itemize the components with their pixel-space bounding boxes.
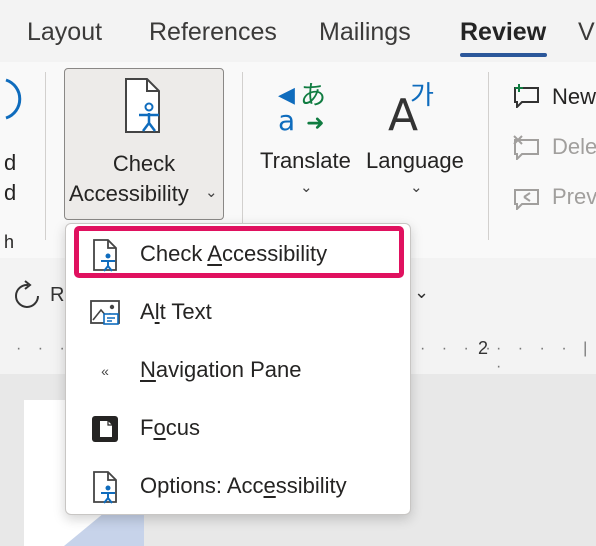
new-comment-icon — [514, 84, 539, 108]
check-label-line1: Check — [112, 151, 176, 176]
active-tab-indicator — [460, 53, 547, 57]
group-separator — [488, 72, 489, 240]
translate-button[interactable]: Translate — [260, 148, 351, 174]
tab-layout[interactable]: Layout — [27, 18, 102, 47]
svg-text:가: 가 — [410, 81, 434, 111]
chevron-down-icon: ⌄ — [410, 179, 423, 196]
tab-review[interactable]: Review — [460, 18, 546, 47]
options-accessibility-icon — [93, 471, 117, 504]
ruler-mark: 2 — [478, 338, 489, 358]
ruler-ticks-far: · · · · | · — [496, 340, 594, 375]
tab-references[interactable]: References — [149, 18, 277, 47]
tab-view[interactable]: V — [578, 18, 595, 47]
menu-item-label: Check Accessibility — [140, 241, 328, 266]
redo-icon[interactable] — [12, 280, 44, 312]
previous-comment-button[interactable]: Prev — [552, 184, 596, 210]
svg-text:a: a — [278, 104, 295, 134]
alt-text-icon — [90, 300, 120, 325]
check-accessibility-menu: Check Accessibility Alt Text « Navigatio… — [65, 223, 411, 515]
group-separator — [242, 72, 243, 240]
toolbar-dropdown-icon[interactable]: ⌄ — [414, 282, 429, 303]
check-accessibility-icon — [93, 239, 117, 272]
language-button[interactable]: Language — [366, 148, 464, 174]
check-label-line2: Accessibility — [69, 181, 189, 206]
new-comment-button[interactable]: New — [552, 84, 596, 110]
cut-label-1: d — [4, 150, 17, 175]
delete-comment-icon — [513, 135, 539, 160]
menu-item-alt-text[interactable]: Alt Text — [66, 284, 412, 342]
cut-group-label: h — [4, 232, 15, 252]
group-separator — [45, 72, 46, 240]
toolbar-cut-label: R — [50, 284, 65, 306]
ribbon-tab-bar: Layout References Mailings Review V — [0, 0, 596, 62]
menu-item-navigation-pane[interactable]: « Navigation Pane — [66, 342, 412, 400]
menu-item-label: Alt Text — [140, 299, 212, 324]
chevron-down-icon: ⌄ — [205, 184, 218, 201]
previous-comment-icon — [514, 189, 539, 210]
cut-label-2: d — [4, 180, 17, 205]
partial-circle-icon — [5, 78, 22, 120]
menu-item-label: Focus — [140, 415, 200, 440]
chevron-down-icon: ⌄ — [300, 179, 313, 196]
svg-text:あ: あ — [300, 81, 326, 111]
translate-icon: ◀ あ a ➜ — [278, 81, 326, 134]
menu-item-label: Navigation Pane — [140, 357, 302, 382]
menu-item-focus[interactable]: Focus — [66, 400, 412, 458]
menu-item-options-accessibility[interactable]: Options: Accessibility — [66, 458, 412, 516]
accessibility-document-icon — [125, 78, 160, 133]
double-chevron-icon: « — [101, 363, 109, 379]
delete-comment-button[interactable]: Dele — [552, 134, 596, 160]
tab-mailings[interactable]: Mailings — [319, 18, 411, 47]
svg-text:➜: ➜ — [306, 111, 324, 134]
focus-icon — [92, 416, 118, 442]
language-icon: A 가 — [388, 81, 434, 136]
ruler-ticks-left: · · · — [16, 340, 71, 357]
menu-item-check-accessibility[interactable]: Check Accessibility — [66, 226, 412, 284]
check-accessibility-button[interactable]: Check Accessibility ⌄ — [64, 68, 224, 220]
menu-item-label: Options: Accessibility — [140, 473, 347, 498]
